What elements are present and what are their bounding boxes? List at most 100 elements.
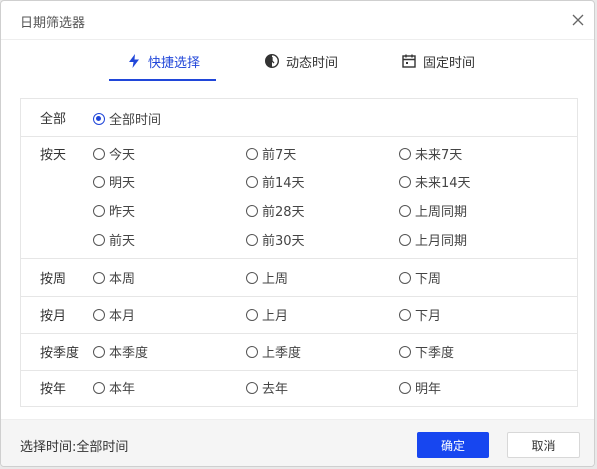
option-next-month[interactable]: 下月 — [399, 305, 441, 324]
radio[interactable] — [93, 345, 105, 358]
option-label: 未来7天 — [415, 148, 463, 163]
radio[interactable] — [246, 147, 258, 160]
option-label: 未来14天 — [415, 176, 471, 191]
option-label: 上周同期 — [415, 205, 468, 220]
group-row-month: 按月 本月 上月 下月 — [21, 296, 577, 334]
option-today[interactable]: 今天 — [93, 144, 135, 163]
group-row-quarter: 按季度 本季度 上季度 下季度 — [21, 333, 577, 371]
option-prev-14-days[interactable]: 前14天 — [246, 172, 305, 191]
option-this-quarter[interactable]: 本季度 — [93, 342, 148, 361]
option-label: 下周 — [415, 272, 442, 287]
tab-label: 动态时间 — [286, 55, 339, 71]
option-next-quarter[interactable]: 下季度 — [399, 342, 454, 361]
tab-dynamic-time[interactable]: 动态时间 — [264, 41, 338, 81]
option-label: 下月 — [415, 309, 442, 324]
radio[interactable] — [399, 204, 411, 217]
radio[interactable] — [399, 308, 411, 321]
selected-time-text: 选择时间:全部时间 — [20, 436, 128, 455]
radio[interactable] — [399, 147, 411, 160]
option-last-quarter[interactable]: 上季度 — [246, 342, 301, 361]
radio[interactable] — [246, 345, 258, 358]
tab-label: 快捷选择 — [148, 55, 201, 71]
option-label: 本月 — [109, 309, 136, 324]
radio[interactable] — [93, 204, 105, 217]
radio[interactable] — [399, 345, 411, 358]
radio[interactable] — [93, 233, 105, 246]
option-label: 前30天 — [262, 234, 305, 249]
cancel-button[interactable]: 取消 — [507, 432, 580, 458]
tab-quick-select[interactable]: 快捷选择 — [126, 41, 200, 81]
option-prev-30-days[interactable]: 前30天 — [246, 230, 305, 249]
radio[interactable] — [93, 308, 105, 321]
radio[interactable] — [399, 175, 411, 188]
option-label: 本周 — [109, 272, 136, 287]
group-label: 按周 — [40, 272, 67, 287]
group-label: 按月 — [40, 309, 67, 324]
option-prev-7-days[interactable]: 前7天 — [246, 144, 296, 163]
group-label: 按年 — [40, 382, 67, 397]
option-all-time[interactable]: 全部时间 — [93, 109, 161, 128]
group-row-day: 按天 今天 前7天 未来7天 明天 前14天 未来14天 昨天 前28天 上周同… — [21, 136, 577, 259]
close-icon[interactable] — [570, 12, 586, 28]
option-label: 明年 — [415, 382, 442, 397]
option-next-year[interactable]: 明年 — [399, 378, 441, 397]
option-last-year[interactable]: 去年 — [246, 378, 288, 397]
confirm-button[interactable]: 确定 — [417, 432, 489, 458]
option-label: 前28天 — [262, 205, 305, 220]
option-last-week[interactable]: 上周 — [246, 268, 288, 287]
tab-bar: 快捷选择 动态时间 固定时间 — [1, 41, 594, 81]
option-label: 上季度 — [262, 346, 302, 361]
option-label: 上月同期 — [415, 234, 468, 249]
radio[interactable] — [246, 233, 258, 246]
radio[interactable] — [246, 308, 258, 321]
radio[interactable] — [399, 381, 411, 394]
radio-checked[interactable] — [93, 112, 105, 125]
option-label: 前天 — [109, 234, 136, 249]
option-same-period-last-month[interactable]: 上月同期 — [399, 230, 467, 249]
tab-fixed-time[interactable]: 固定时间 — [401, 41, 475, 81]
radio[interactable] — [93, 175, 105, 188]
option-label: 本年 — [109, 382, 136, 397]
option-this-year[interactable]: 本年 — [93, 378, 135, 397]
quick-select-panel: 全部 全部时间 按天 今天 前7天 未来7天 明天 前14天 未来14天 昨天 … — [20, 98, 578, 407]
option-next-7-days[interactable]: 未来7天 — [399, 144, 462, 163]
dynamic-clock-icon — [264, 53, 280, 69]
radio[interactable] — [399, 271, 411, 284]
selected-time-value: 全部时间 — [76, 440, 129, 455]
radio[interactable] — [93, 271, 105, 284]
group-row-all: 全部 全部时间 — [21, 99, 577, 137]
option-yesterday[interactable]: 昨天 — [93, 201, 135, 220]
group-row-year: 按年 本年 去年 明年 — [21, 370, 577, 406]
dialog-title: 日期筛选器 — [20, 16, 86, 31]
option-prev-28-days[interactable]: 前28天 — [246, 201, 305, 220]
option-label: 今天 — [109, 148, 136, 163]
group-row-week: 按周 本周 上周 下周 — [21, 258, 577, 297]
option-tomorrow[interactable]: 明天 — [93, 172, 135, 191]
radio[interactable] — [246, 204, 258, 217]
option-label: 本季度 — [109, 346, 149, 361]
group-label: 按季度 — [40, 346, 80, 361]
radio[interactable] — [399, 233, 411, 246]
option-same-period-last-week[interactable]: 上周同期 — [399, 201, 467, 220]
option-next-14-days[interactable]: 未来14天 — [399, 172, 471, 191]
radio[interactable] — [246, 271, 258, 284]
option-this-month[interactable]: 本月 — [93, 305, 135, 324]
radio[interactable] — [93, 381, 105, 394]
radio[interactable] — [246, 175, 258, 188]
option-label: 全部时间 — [109, 113, 162, 128]
option-label: 上月 — [262, 309, 289, 324]
radio[interactable] — [93, 147, 105, 160]
dialog-footer: 选择时间:全部时间 确定 取消 — [1, 419, 594, 466]
option-next-week[interactable]: 下周 — [399, 268, 441, 287]
option-label: 上周 — [262, 272, 289, 287]
tab-label: 固定时间 — [423, 55, 476, 71]
option-last-month[interactable]: 上月 — [246, 305, 288, 324]
option-label: 下季度 — [415, 346, 455, 361]
active-tab-indicator — [109, 79, 216, 81]
option-this-week[interactable]: 本周 — [93, 268, 135, 287]
option-label: 明天 — [109, 176, 136, 191]
option-day-before-yesterday[interactable]: 前天 — [93, 230, 135, 249]
dialog-titlebar: 日期筛选器 — [1, 1, 594, 40]
radio[interactable] — [246, 381, 258, 394]
option-label: 前7天 — [262, 148, 297, 163]
